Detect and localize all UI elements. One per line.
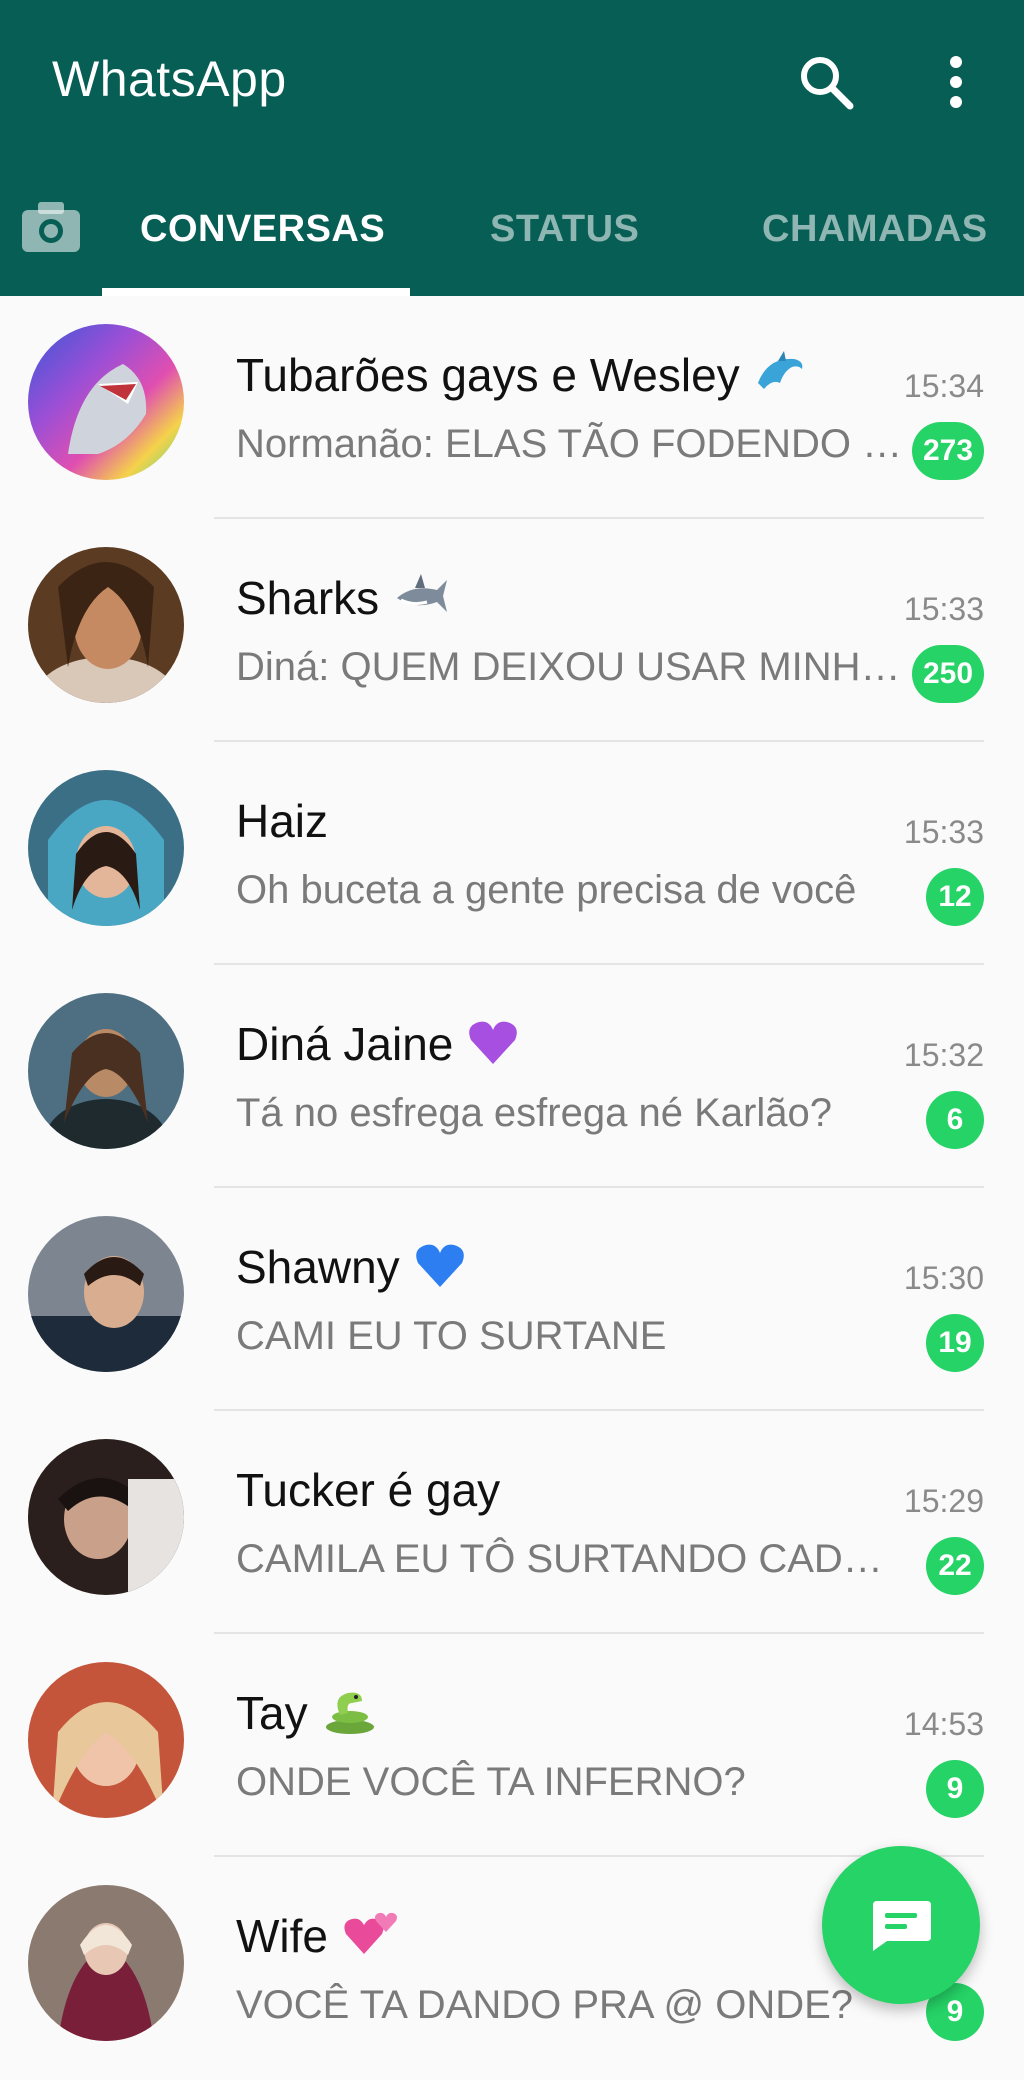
tab-bar: CONVERSAS STATUS CHAMADAS [0,186,1024,296]
chat-preview: VOCÊ TA DANDO PRA @ ONDE? [236,1983,854,2027]
search-button[interactable] [796,52,856,112]
chat-time: 15:30 [903,1260,984,1296]
tab-conversas[interactable]: CONVERSAS [140,208,385,251]
avatar [28,547,184,703]
chat-name: Diná Jaine [236,1017,519,1077]
chat-time: 15:33 [903,814,984,850]
chat-preview: Normanão: ELAS TÃO FODENDO … [236,422,903,466]
dolphin-icon [754,349,806,408]
more-vertical-icon [950,56,962,108]
unread-badge: 9 [926,1760,984,1818]
chat-row[interactable]: Tay 14:53 ONDE VOCÊ TA INFERNO? 9 [0,1634,1024,1857]
new-chat-button[interactable] [822,1846,980,2004]
chat-time: 15:32 [903,1037,984,1073]
avatar [28,1439,184,1595]
tab-status[interactable]: STATUS [490,208,639,251]
chat-name: Tay [236,1686,378,1746]
chat-name: Wife [236,1909,398,1969]
new-chat-icon [873,1901,931,1951]
chat-preview: CAMI EU TO SURTANE [236,1314,667,1358]
avatar [28,324,184,480]
chat-time: 15:33 [903,591,984,627]
avatar [28,1662,184,1818]
chat-row[interactable]: Tucker é gay 15:29 CAMILA EU TÔ SURTANDO… [0,1411,1024,1634]
tab-camera[interactable] [20,196,82,258]
chat-name: Shawny [236,1240,466,1300]
avatar [28,1885,184,2041]
chat-row[interactable]: Haiz 15:33 Oh buceta a gente precisa de … [0,742,1024,965]
chat-preview: Diná: QUEM DEIXOU USAR MINHA… [236,645,904,689]
app-title: WhatsApp [52,51,287,107]
chat-list: Tubarões gays e Wesley 15:34 Normanão: E… [0,296,1024,2080]
chat-name: Haiz [236,795,329,847]
chat-time: 15:29 [903,1483,984,1519]
unread-badge: 250 [912,645,984,703]
search-icon [801,57,854,110]
chat-time: 14:53 [903,1706,984,1742]
two-hearts-icon [342,1910,398,1969]
chat-row[interactable]: Diná Jaine 15:32 Tá no esfrega esfrega n… [0,965,1024,1188]
unread-badge: 22 [926,1537,984,1595]
unread-badge: 6 [926,1091,984,1149]
unread-badge: 12 [926,868,984,926]
chat-time: 15:34 [903,368,984,404]
chat-name: Tucker é gay [236,1464,501,1516]
chat-preview: Oh buceta a gente precisa de você [236,868,857,912]
snake-icon [322,1687,378,1746]
avatar [28,993,184,1149]
unread-badge: 19 [926,1314,984,1372]
more-options-button[interactable] [926,52,986,112]
camera-icon [22,202,80,252]
chat-preview: CAMILA EU TÔ SURTANDO CADE … [236,1537,904,1581]
app-bar: WhatsApp CONVERSAS STATUS CHAMADAS [0,0,1024,296]
chat-preview: ONDE VOCÊ TA INFERNO? [236,1760,746,1804]
chat-name: Tubarões gays e Wesley [236,348,806,408]
blue-heart-icon [414,1241,466,1300]
chat-row[interactable]: Shawny 15:30 CAMI EU TO SURTANE 19 [0,1188,1024,1411]
unread-badge: 273 [912,422,984,480]
avatar [28,1216,184,1372]
chat-row[interactable]: Sharks 15:33 Diná: QUEM DEIXOU USAR MINH… [0,519,1024,742]
shark-icon [393,572,449,631]
tab-chamadas[interactable]: CHAMADAS [762,208,988,251]
active-tab-indicator [102,288,410,296]
purple-heart-icon [467,1018,519,1077]
chat-name: Sharks [236,571,449,631]
avatar [28,770,184,926]
chat-row[interactable]: Tubarões gays e Wesley 15:34 Normanão: E… [0,296,1024,519]
chat-preview: Tá no esfrega esfrega né Karlão? [236,1091,832,1135]
